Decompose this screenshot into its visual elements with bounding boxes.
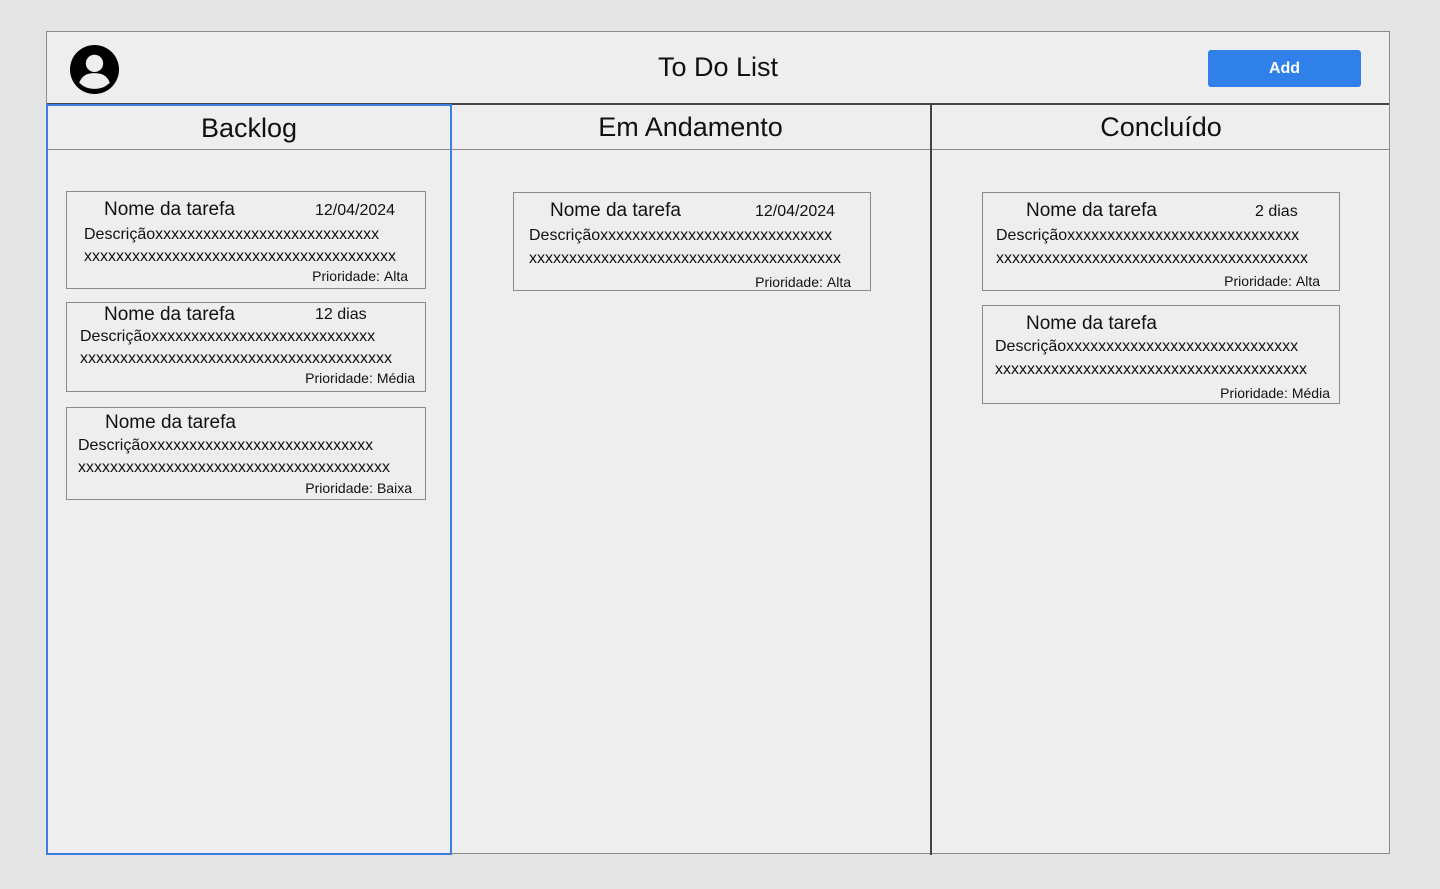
task-name: Nome da tarefa: [105, 412, 236, 433]
task-date: 12/04/2024: [755, 203, 836, 220]
task-card[interactable]: Nome da tarefa 2 dias Descriçãoxxxxxxxxx…: [982, 192, 1340, 291]
task-description-cont: xxxxxxxxxxxxxxxxxxxxxxxxxxxxxxxxxxxxxxx: [996, 250, 1308, 267]
task-priority: Prioridade: Alta: [1224, 273, 1320, 289]
task-priority: Prioridade: Alta: [312, 268, 408, 284]
task-card[interactable]: Nome da tarefa Descriçãoxxxxxxxxxxxxxxxx…: [66, 407, 426, 500]
priority-value: Média: [376, 370, 415, 386]
column-title: Backlog: [48, 106, 450, 150]
priority-label: Prioridade:: [305, 370, 373, 386]
priority-label: Prioridade:: [1224, 273, 1292, 289]
page-title: To Do List: [657, 52, 779, 82]
task-description-cont: xxxxxxxxxxxxxxxxxxxxxxxxxxxxxxxxxxxxxxx: [529, 250, 841, 267]
task-name: Nome da tarefa: [1026, 200, 1157, 221]
task-description-cont: xxxxxxxxxxxxxxxxxxxxxxxxxxxxxxxxxxxxxxx: [995, 361, 1307, 378]
priority-label: Prioridade:: [305, 480, 373, 496]
priority-value: Alta: [826, 274, 851, 290]
column-title: Concluído: [932, 105, 1390, 150]
task-description-cont: xxxxxxxxxxxxxxxxxxxxxxxxxxxxxxxxxxxxxxx: [80, 350, 392, 367]
task-name: Nome da tarefa: [1026, 313, 1157, 334]
task-description-cont: xxxxxxxxxxxxxxxxxxxxxxxxxxxxxxxxxxxxxxx: [84, 248, 396, 265]
task-priority: Prioridade: Média: [305, 370, 415, 386]
task-description: Descriçãoxxxxxxxxxxxxxxxxxxxxxxxxxxxxx: [529, 227, 833, 244]
task-priority: Prioridade: Baixa: [305, 480, 412, 496]
priority-value: Alta: [1295, 273, 1320, 289]
add-button[interactable]: Add: [1208, 50, 1361, 87]
task-card[interactable]: Nome da tarefa 12/04/2024 Descriçãoxxxxx…: [513, 192, 871, 291]
task-date: 12/04/2024: [315, 202, 396, 219]
task-priority: Prioridade: Média: [1220, 385, 1330, 401]
task-duration: 2 dias: [1255, 203, 1298, 220]
task-card[interactable]: Nome da tarefa 12 dias Descriçãoxxxxxxxx…: [66, 302, 426, 392]
priority-value: Alta: [383, 268, 408, 284]
task-name: Nome da tarefa: [104, 304, 235, 325]
column-title: Em Andamento: [451, 105, 930, 150]
column-concluido[interactable]: Concluído Nome da tarefa 2 dias Descriçã…: [932, 105, 1390, 855]
column-backlog[interactable]: Backlog Nome da tarefa 12/04/2024 Descri…: [46, 104, 452, 855]
task-name: Nome da tarefa: [104, 199, 235, 220]
task-duration: 12 dias: [315, 306, 367, 323]
task-card[interactable]: Nome da tarefa Descriçãoxxxxxxxxxxxxxxxx…: [982, 305, 1340, 404]
task-description: Descriçãoxxxxxxxxxxxxxxxxxxxxxxxxxxxxx: [995, 338, 1299, 355]
task-description: Descriçãoxxxxxxxxxxxxxxxxxxxxxxxxxxxx: [80, 328, 376, 345]
column-em-andamento[interactable]: Em Andamento Nome da tarefa 12/04/2024 D…: [451, 105, 932, 855]
task-name: Nome da tarefa: [550, 200, 681, 221]
task-description-cont: xxxxxxxxxxxxxxxxxxxxxxxxxxxxxxxxxxxxxxx: [78, 459, 390, 476]
task-description: Descriçãoxxxxxxxxxxxxxxxxxxxxxxxxxxxx: [78, 437, 374, 454]
priority-label: Prioridade:: [755, 274, 823, 290]
priority-label: Prioridade:: [1220, 385, 1288, 401]
task-card[interactable]: Nome da tarefa 12/04/2024 Descriçãoxxxxx…: [66, 191, 426, 289]
task-description: Descriçãoxxxxxxxxxxxxxxxxxxxxxxxxxxxxx: [996, 227, 1300, 244]
app-header: To Do List Add: [47, 32, 1389, 105]
task-description: Descriçãoxxxxxxxxxxxxxxxxxxxxxxxxxxxx: [84, 226, 380, 243]
todo-board: To Do List Add Backlog Nome da tarefa 12…: [46, 31, 1390, 855]
task-priority: Prioridade: Alta: [755, 274, 851, 290]
priority-value: Média: [1291, 385, 1330, 401]
priority-value: Baixa: [376, 480, 412, 496]
priority-label: Prioridade:: [312, 268, 380, 284]
